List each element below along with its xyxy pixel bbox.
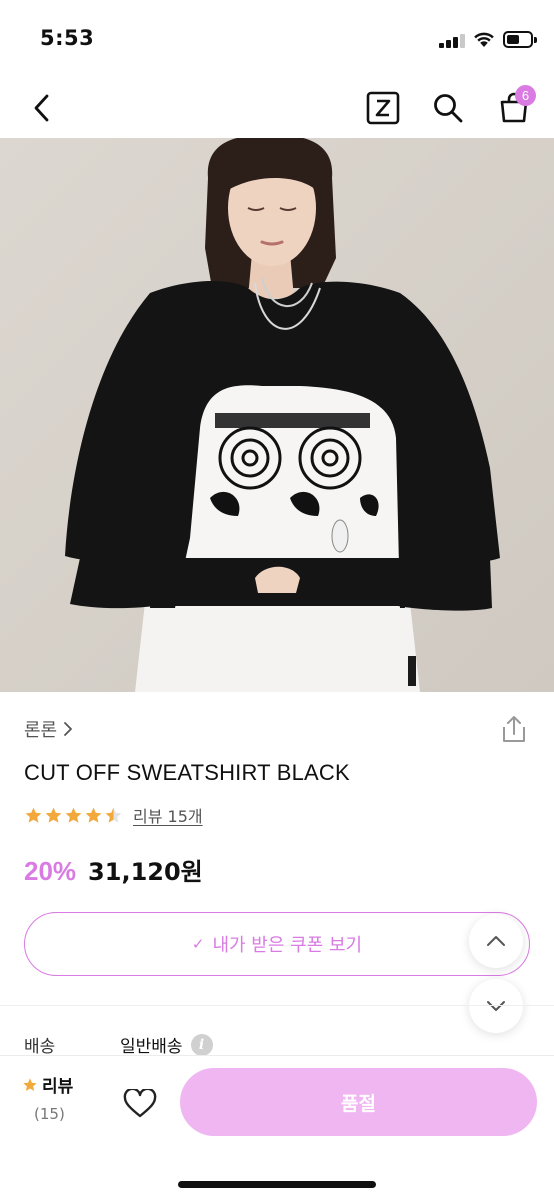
section-divider <box>0 1005 554 1006</box>
bottom-action-bar: 리뷰 (15) 품절 <box>0 1055 554 1200</box>
review-count-link[interactable]: 리뷰 15개 <box>133 803 203 827</box>
chevron-right-icon <box>64 722 73 736</box>
rating-row: 리뷰 15개 <box>24 803 203 827</box>
discount-rate: 20% <box>24 856 77 886</box>
info-icon[interactable]: i <box>190 1033 213 1056</box>
review-summary-button[interactable]: 리뷰 (15) <box>22 1072 88 1123</box>
price-row: 20% 31,120원 <box>24 852 203 887</box>
zigzag-z-icon <box>366 91 400 125</box>
nav-bar: 6 <box>0 78 554 138</box>
sale-price: 31,120원 <box>88 858 203 886</box>
sold-out-button[interactable]: 품절 <box>180 1068 537 1136</box>
shopping-bag-button[interactable]: 6 <box>494 85 536 128</box>
cart-count-badge: 6 <box>515 85 536 106</box>
heart-icon <box>123 1089 157 1118</box>
like-button[interactable] <box>118 1084 162 1124</box>
cellular-signal-icon <box>439 34 465 48</box>
shipping-label: 배송 <box>24 1037 56 1057</box>
status-bar: 5:53 <box>0 0 554 78</box>
star-icon <box>85 807 102 823</box>
product-photo <box>0 138 554 692</box>
star-rating <box>24 806 123 825</box>
wifi-icon <box>474 32 494 47</box>
brand-name: 론론 <box>24 720 58 741</box>
star-icon <box>23 1077 37 1091</box>
product-title: CUT OFF SWEATSHIRT BLACK <box>24 760 350 785</box>
home-indicator <box>178 1181 376 1188</box>
chevron-left-icon <box>34 94 49 122</box>
star-icon <box>25 807 42 823</box>
star-icon <box>65 807 82 823</box>
star-icon <box>105 807 122 823</box>
brand-link[interactable]: 론론 <box>24 716 73 742</box>
zigzag-z-button[interactable] <box>364 88 402 128</box>
check-icon: ✓ <box>191 935 205 953</box>
share-icon <box>503 716 525 742</box>
scroll-up-button[interactable] <box>469 914 523 968</box>
scroll-down-button[interactable] <box>469 979 523 1033</box>
star-icon <box>45 807 62 823</box>
view-coupons-button[interactable]: ✓ 내가 받은 쿠폰 보기 <box>24 912 530 976</box>
shipping-value: 일반배송 i <box>120 1032 213 1057</box>
share-button[interactable] <box>500 714 528 744</box>
status-time: 5:53 <box>40 26 95 50</box>
chevron-down-icon <box>487 1001 505 1011</box>
search-button[interactable] <box>428 88 468 128</box>
back-button[interactable] <box>24 86 60 130</box>
coupon-label: 내가 받은 쿠폰 보기 <box>212 935 363 956</box>
review-label: 리뷰 <box>42 1077 74 1097</box>
shipping-method: 일반배송 <box>120 1037 183 1057</box>
battery-icon <box>503 31 537 48</box>
search-icon <box>434 94 463 123</box>
review-count: (15) <box>34 1105 65 1123</box>
chevron-up-icon <box>487 936 505 946</box>
product-image[interactable] <box>0 138 554 692</box>
